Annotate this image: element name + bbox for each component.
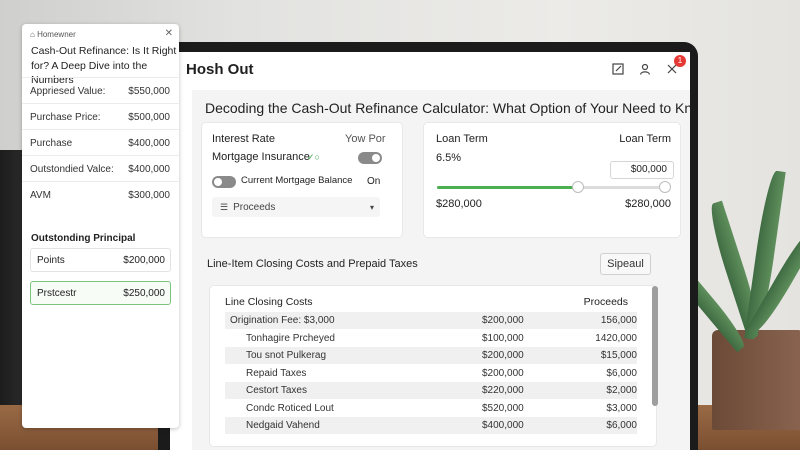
- selected-row-value: $250,000: [123, 288, 165, 299]
- table-scrollbar[interactable]: [652, 286, 658, 406]
- panel-header: ⌂ Homewner: [30, 30, 76, 39]
- insurance-check-icon: ✓○: [307, 152, 320, 162]
- loan-term-card: Loan Term Loan Term 6.5% $00,000 $280,00…: [424, 123, 680, 237]
- points-label: Points: [37, 255, 65, 266]
- mortgage-insurance-toggle[interactable]: [358, 152, 382, 164]
- panel-row-value: $400,000: [128, 164, 170, 175]
- row-name: Tonhagire Prcheyed: [246, 332, 335, 344]
- row-name: Condc Roticed Lout: [246, 402, 334, 414]
- table-row[interactable]: Origination Fee: $3,000 $200,000 156,000: [225, 312, 637, 329]
- closing-section-title: Line-Item Closing Costs and Prepaid Taxe…: [207, 258, 418, 270]
- homeowner-panel: ⌂ Homewner ✕ Cash-Out Refinance: Is It R…: [22, 24, 179, 428]
- panel-header-label: Homewner: [37, 30, 76, 39]
- slider-end-handle[interactable]: [659, 181, 671, 193]
- user-icon[interactable]: [637, 61, 653, 77]
- table-row[interactable]: Condc Roticed Lout $520,000 $3,000: [225, 400, 637, 417]
- row-amount: $220,000: [482, 385, 524, 396]
- current-balance-state: On: [367, 176, 381, 187]
- loan-term-slider[interactable]: [437, 181, 671, 193]
- points-row[interactable]: Points $200,000: [30, 248, 171, 272]
- column-header-proceeds: Proceeds: [583, 296, 628, 308]
- row-amount: $200,000: [482, 350, 524, 361]
- scrollbar-thumb[interactable]: [652, 286, 658, 406]
- mortgage-insurance-label: Mortgage Insurance: [212, 151, 310, 163]
- sipeaul-button[interactable]: Sipeaul: [600, 253, 651, 275]
- row-name: Nedgaid Vahend: [246, 420, 320, 431]
- points-value: $200,000: [123, 255, 165, 266]
- slider-max-value: $280,000: [625, 198, 671, 210]
- slider-min-value: $280,000: [436, 198, 482, 210]
- panel-row-value: $400,000: [128, 138, 170, 149]
- table-row[interactable]: Tou snot Pulkerag $200,000 $15,000: [225, 347, 637, 364]
- row-amount: $100,000: [482, 332, 524, 344]
- loan-amount-input[interactable]: $00,000: [610, 161, 674, 179]
- table-row[interactable]: Tonhagire Prcheyed $100,000 1420,000: [225, 330, 637, 347]
- interest-rate-label: Interest Rate: [212, 133, 275, 145]
- outstanding-principal-label: Outstonding Principal: [31, 233, 136, 244]
- selected-row[interactable]: Prstcestr $250,000: [30, 281, 171, 305]
- selected-row-label: Prstcestr: [37, 288, 77, 299]
- closing-costs-table: Line Closing Costs Proceeds Origination …: [210, 286, 656, 446]
- row-proceeds: 156,000: [600, 315, 637, 326]
- row-name: Cestort Taxes: [246, 385, 307, 396]
- panel-row: Outstondied Valce: $400,000: [22, 155, 179, 181]
- row-proceeds: 1420,000: [595, 332, 637, 344]
- table-row[interactable]: Nedgaid Vahend $400,000 $6,000: [225, 417, 637, 434]
- list-icon: ☰: [220, 201, 229, 212]
- panel-row-value: $500,000: [128, 112, 170, 123]
- current-balance-toggle[interactable]: [212, 176, 236, 188]
- row-name: Origination Fee: $3,000: [230, 315, 335, 326]
- app-window: Hosh Out 1 Decoding the Cash-Out Refinan…: [170, 52, 690, 450]
- close-icon[interactable]: ✕: [165, 28, 173, 39]
- page-headline: Decoding the Cash-Out Refinance Calculat…: [205, 100, 690, 116]
- plant-pot: [712, 330, 800, 430]
- row-amount: $520,000: [482, 402, 524, 414]
- panel-row-label: Purchase Price:: [30, 112, 101, 123]
- panel-row-value: $300,000: [128, 190, 170, 201]
- yow-por-label: Yow Por: [345, 133, 386, 145]
- proceeds-select[interactable]: ☰ Proceeds ▾: [212, 197, 380, 217]
- row-amount: $200,000: [482, 315, 524, 326]
- panel-row: Appriesed Value: $550,000: [22, 77, 179, 103]
- row-proceeds: $6,000: [606, 367, 637, 379]
- panel-row: Purchase $400,000: [22, 129, 179, 155]
- notification-badge: 1: [674, 55, 686, 67]
- row-name: Tou snot Pulkerag: [246, 350, 327, 361]
- panel-row-label: Appriesed Value:: [30, 86, 106, 97]
- loan-term-label-right: Loan Term: [619, 133, 671, 145]
- slider-fill: [437, 186, 579, 189]
- panel-row-label: AVM: [30, 190, 51, 201]
- row-proceeds: $6,000: [606, 420, 637, 431]
- panel-row-label: Outstondied Valce:: [30, 164, 114, 175]
- edit-icon[interactable]: [610, 61, 626, 77]
- panel-row-label: Purchase: [30, 138, 73, 149]
- row-proceeds: $2,000: [606, 385, 637, 396]
- table-row[interactable]: Repaid Taxes $200,000 $6,000: [225, 365, 637, 382]
- row-proceeds: $3,000: [606, 402, 637, 414]
- current-balance-label: Current Mortgage Balance: [241, 175, 353, 186]
- row-name: Repaid Taxes: [246, 367, 307, 379]
- slider-handle[interactable]: [572, 181, 585, 193]
- interest-rate-card: Interest Rate Yow Por Mortgage Insurance…: [202, 123, 402, 237]
- panel-row: AVM $300,000: [22, 181, 179, 207]
- app-title: Hosh Out: [186, 60, 254, 78]
- chevron-down-icon: ▾: [369, 202, 374, 212]
- row-amount: $400,000: [482, 420, 524, 431]
- main-content: Decoding the Cash-Out Refinance Calculat…: [192, 90, 690, 450]
- panel-row: Purchase Price: $500,000: [22, 103, 179, 129]
- proceeds-select-value: Proceeds: [233, 201, 276, 213]
- table-row[interactable]: Cestort Taxes $220,000 $2,000: [225, 382, 637, 399]
- row-amount: $200,000: [482, 367, 524, 379]
- panel-row-value: $550,000: [128, 86, 170, 97]
- home-icon: ⌂: [30, 30, 35, 39]
- row-proceeds: $15,000: [600, 350, 637, 361]
- column-header-line-closing-costs: Line Closing Costs: [225, 296, 313, 308]
- loan-term-label: Loan Term: [436, 133, 488, 145]
- rate-value: 6.5%: [436, 152, 462, 164]
